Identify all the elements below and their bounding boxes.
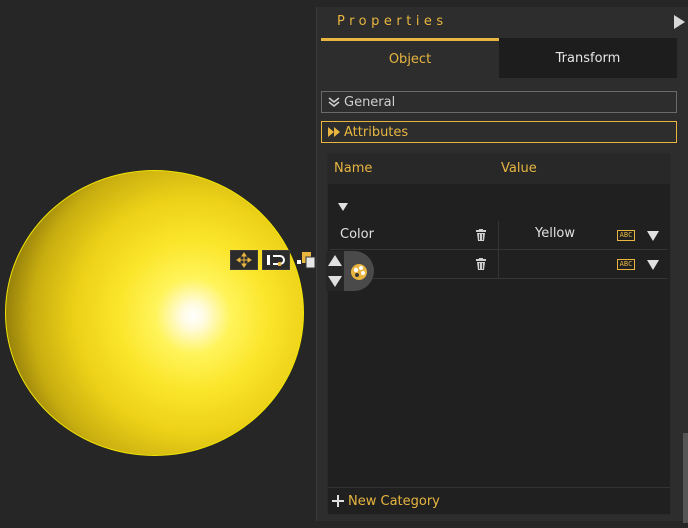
layer-icon (297, 252, 316, 269)
scrollbar[interactable] (683, 433, 688, 523)
section-attributes-label: Attributes (344, 124, 409, 140)
snap-gizmo-button[interactable] (262, 250, 290, 270)
attributes-table: Name Value Color Yellow ABC ABC New Cate… (327, 153, 671, 515)
palette-icon (351, 264, 367, 280)
move-up-icon[interactable] (328, 255, 342, 266)
section-attributes[interactable]: Attributes (321, 121, 677, 143)
cell-divider (498, 221, 499, 249)
text-type-icon[interactable]: ABC (617, 230, 635, 241)
dropdown-arrow-icon[interactable] (647, 231, 659, 241)
section-general[interactable]: General (321, 91, 677, 113)
row-value[interactable]: Yellow (535, 226, 575, 241)
chevron-double-right-icon (324, 126, 344, 138)
move-gizmo-button[interactable] (230, 250, 258, 270)
move-icon (236, 252, 252, 268)
table-header: Name Value (328, 154, 670, 184)
layer-gizmo-button[interactable] (294, 250, 318, 270)
row-name: Color (340, 227, 374, 242)
trash-icon[interactable] (476, 258, 486, 270)
plus-icon (332, 495, 344, 507)
tab-object[interactable]: Object (321, 38, 499, 78)
magnet-icon (267, 255, 285, 266)
column-name-header: Name (334, 161, 373, 176)
reorder-buttons (326, 251, 346, 291)
panel-title: Properties (337, 14, 448, 29)
new-category-button[interactable]: New Category (328, 487, 670, 514)
expand-category-icon[interactable] (338, 203, 348, 211)
collapse-panel-icon[interactable] (674, 15, 685, 29)
text-type-icon[interactable]: ABC (617, 259, 635, 270)
table-row[interactable]: Color Yellow ABC (330, 221, 668, 250)
cell-divider (498, 250, 499, 278)
new-category-label: New Category (348, 493, 440, 509)
section-general-label: General (344, 94, 396, 110)
move-down-icon[interactable] (328, 276, 342, 287)
dropdown-arrow-icon[interactable] (647, 260, 659, 270)
column-value-header: Value (501, 161, 537, 176)
yellow-sphere-object[interactable] (5, 170, 304, 456)
chevron-double-down-icon (324, 96, 344, 108)
tab-transform[interactable]: Transform (499, 38, 677, 78)
table-row[interactable]: ABC (330, 250, 668, 279)
trash-icon[interactable] (476, 229, 486, 241)
